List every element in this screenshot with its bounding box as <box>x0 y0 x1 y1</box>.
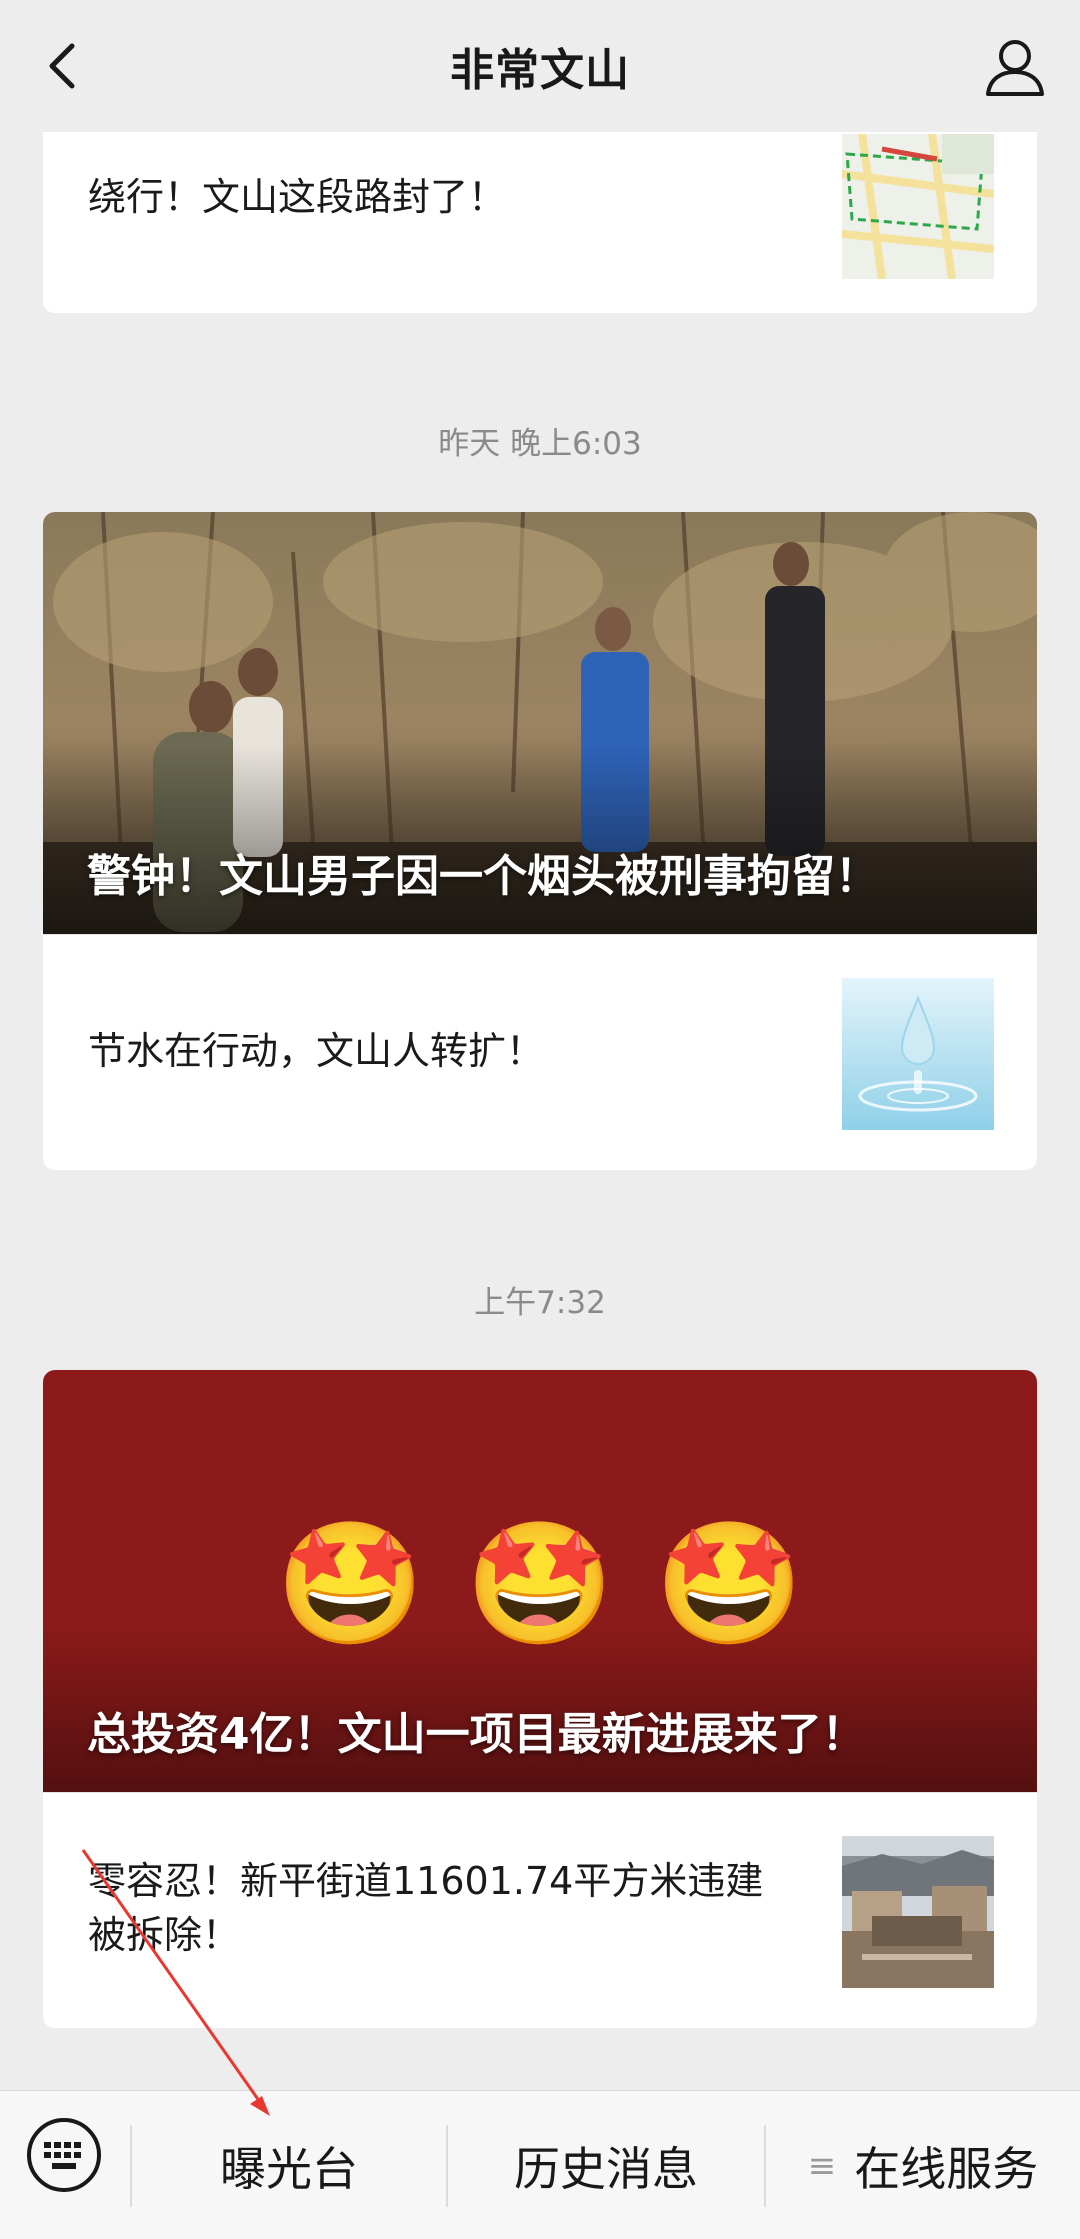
annotation-arrow <box>81 1849 270 2116</box>
